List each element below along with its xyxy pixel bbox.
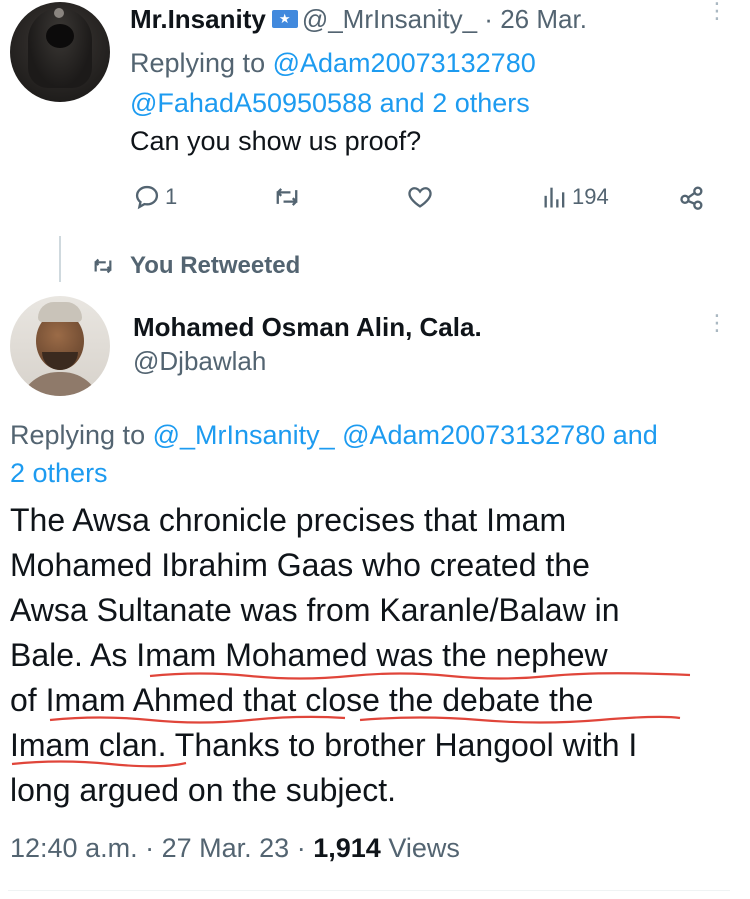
tweet2-views-count[interactable]: 1,914 — [313, 833, 381, 863]
flag-icon — [271, 10, 298, 29]
share-icon — [680, 186, 703, 210]
retweet-icon — [276, 188, 298, 206]
reply-icon — [135, 185, 159, 210]
tweet2-text-line: The Awsa chronicle precises that Imam — [10, 502, 567, 538]
reply-button[interactable]: 1 — [133, 183, 177, 211]
thread-line — [59, 236, 61, 282]
like-icon — [408, 187, 432, 208]
retweet-context: You Retweeted — [90, 252, 300, 280]
divider — [8, 890, 730, 891]
others-link[interactable]: 2 others — [432, 88, 530, 118]
retweet-icon — [94, 258, 112, 274]
tweet1-text: Can you show us proof? — [130, 126, 422, 156]
mention-link[interactable]: @Adam20073132780 — [342, 420, 605, 450]
share-button[interactable] — [678, 183, 706, 211]
reply-count: 1 — [165, 184, 178, 209]
tweet2-display-name[interactable]: Mohamed Osman Alin, Cala. — [133, 312, 482, 343]
views-button[interactable]: 194 — [542, 183, 609, 211]
tweet1-sep: · — [484, 4, 493, 34]
annotation-underlines — [11, 672, 691, 768]
like-button[interactable] — [406, 183, 434, 211]
tweet2-time[interactable]: 12:40 a.m. — [10, 833, 138, 863]
avatar-djbawlah[interactable] — [10, 296, 110, 396]
views-icon — [544, 187, 565, 208]
tweet1-display-name[interactable]: Mr.Insanity — [130, 4, 266, 34]
retweet-button[interactable] — [272, 183, 302, 211]
retweet-label: You Retweeted — [130, 252, 301, 279]
more-icon[interactable]: ⋮ — [706, 0, 728, 22]
tweet2-date[interactable]: 27 Mar. 23 — [162, 833, 290, 863]
tweet2-text-line: Mohamed Ibrahim Gaas who created the — [10, 547, 590, 583]
tweet2-meta: 12:40 a.m. · 27 Mar. 23 · 1,914 Views — [10, 833, 460, 863]
tweet1-date[interactable]: 26 Mar. — [500, 4, 587, 34]
views-count: 194 — [572, 184, 609, 209]
tweet2-views-label: Views — [388, 833, 460, 863]
more-icon[interactable]: ⋮ — [706, 312, 728, 334]
avatar-mrinsanity[interactable] — [10, 2, 110, 102]
tweet1-handle[interactable]: @_MrInsanity_ — [302, 4, 477, 34]
others-link[interactable]: 2 others — [10, 458, 108, 488]
mention-link[interactable]: @FahadA50950588 — [130, 88, 372, 118]
tweet2-handle[interactable]: @Djbawlah — [133, 346, 266, 377]
tweet2-text-line: Awsa Sultanate was from Karanle/Balaw in — [10, 592, 620, 628]
tweet2-replying-to: Replying to @_MrInsanity_ @Adam200731327… — [10, 420, 658, 488]
mention-link[interactable]: @_MrInsanity_ — [153, 420, 335, 450]
tweet1-header: Mr.Insanity @_MrInsanity_ · 26 Mar. — [130, 4, 587, 35]
mention-link[interactable]: @Adam20073132780 — [273, 48, 536, 78]
tweet1-replying-to: Replying to @Adam20073132780 @FahadA5095… — [130, 48, 536, 118]
